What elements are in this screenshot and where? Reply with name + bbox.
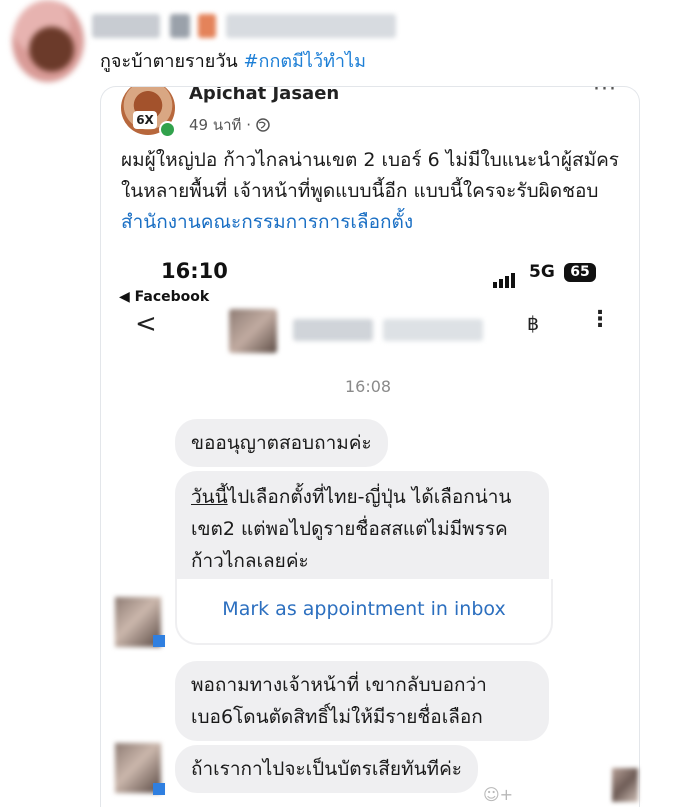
redacted-name-part <box>198 14 216 38</box>
message-bubble: ขออนุญาตสอบถามค่ะ <box>175 419 388 467</box>
post-time: 49 นาที · <box>189 113 270 137</box>
baht-icon: ฿ <box>527 313 540 335</box>
back-to-app-link: ◀ Facebook <box>119 289 210 305</box>
kebab-menu-icon: ⋮ <box>589 307 611 332</box>
mark-appointment-link: Mark as appointment in inbox <box>175 579 553 645</box>
message-bubble: พอถามทางเจ้าหน้าที่ เขากลับบอกว่าเบอ6โดน… <box>175 661 549 741</box>
message-bubble: ถ้าเรากาไปจะเป็นบัตรเสียทันทีค่ะ <box>175 745 478 793</box>
redacted-handle <box>226 14 396 38</box>
back-chevron-icon: < <box>135 309 157 339</box>
redacted-name-part <box>170 14 190 38</box>
network-indicator: 5G <box>529 262 555 282</box>
user-avatar[interactable] <box>12 0 84 82</box>
signal-icon <box>493 269 517 288</box>
message-bubble: วันนี้ไปเลือกตั้งที่ไทย-ญี่ปุ่น ได้เลือก… <box>175 471 549 587</box>
online-status-icon <box>159 121 176 138</box>
author-name: Apichat Jasaen <box>189 86 340 104</box>
redacted-display-name <box>92 14 160 38</box>
messenger-badge-icon <box>153 635 165 647</box>
underlined-word: วันนี้ <box>191 486 228 508</box>
chat-timestamp: 16:08 <box>345 377 392 396</box>
post-text: ผมผู้ใหญ่ปอ ก้าวไกลน่านเขต 2 เบอร์ 6 ไม่… <box>121 149 620 202</box>
more-options-icon: ··· <box>593 86 617 102</box>
redacted-contact-name <box>383 319 483 341</box>
messenger-badge-icon <box>153 783 165 795</box>
attached-screenshot[interactable]: 6X Apichat Jasaen 49 นาที · ··· ผมผู้ใหญ… <box>100 86 640 807</box>
post-time-text: 49 นาที · <box>189 116 251 134</box>
globe-icon <box>256 116 270 134</box>
post-body: ผมผู้ใหญ่ปอ ก้าวไกลน่านเขต 2 เบอร์ 6 ไม่… <box>121 145 626 238</box>
mention-link: สำนักงานคณะกรรมการการเลือกตั้ง <box>121 211 414 233</box>
status-bar-clock: 16:10 <box>161 259 228 283</box>
add-reaction-icon: ☺+ <box>483 785 514 804</box>
redacted-contact-name <box>293 319 373 341</box>
messenger-screenshot: 16:10 ◀ Facebook 5G 65 < ฿ ⋮ 16:08 ขออนุ… <box>101 249 639 807</box>
chat-contact-avatar <box>229 309 277 353</box>
battery-icon: 65 <box>564 263 596 282</box>
avatar-badge: 6X <box>133 111 157 129</box>
hashtag-link[interactable]: #กกตมีไว้ทำไม <box>243 51 365 72</box>
tweet-text: กูจะบ้าตายรายวัน #กกตมีไว้ทำไม <box>100 46 366 75</box>
tweet-body: กูจะบ้าตายรายวัน <box>100 51 238 72</box>
redacted-thumbnail <box>612 768 638 802</box>
message-text: ไปเลือกตั้งที่ไทย-ญี่ปุ่น ได้เลือกน่านเข… <box>191 486 512 572</box>
